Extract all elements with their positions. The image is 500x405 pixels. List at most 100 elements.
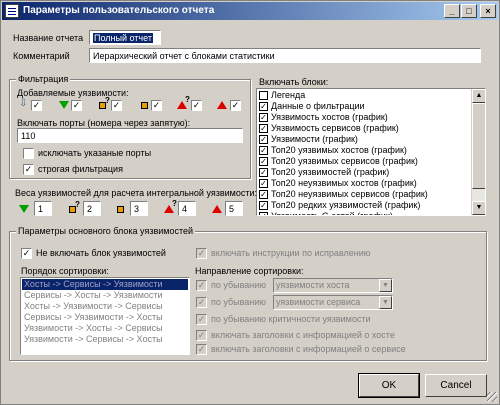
block-item[interactable]: ✓ Топ20 редких уязвимостей (график) xyxy=(257,200,471,211)
desc-service-checkbox[interactable]: ✓ xyxy=(196,297,207,308)
host-headers-label: включать заголовки с информацией о хосте xyxy=(211,330,395,340)
block-item-label: Топ20 неуязвимых сервисов (график) xyxy=(271,189,428,200)
comment-input[interactable]: Иерархический отчет с блоками статистики xyxy=(89,48,481,63)
block-item[interactable]: ✓ Топ20 неуязвимых хостов (график) xyxy=(257,178,471,189)
sort-order-item[interactable]: Сервисы -> Уязвимости -> Хосты xyxy=(22,312,188,323)
block-item-label: Легенда xyxy=(271,90,306,101)
minimize-button[interactable]: _ xyxy=(444,4,460,18)
block-item-checkbox[interactable]: ✓ xyxy=(259,201,268,211)
block-item-checkbox[interactable]: ✓ xyxy=(259,124,268,134)
weight-input-2[interactable]: 2 xyxy=(83,201,101,216)
block-item[interactable]: Легенда xyxy=(257,90,471,101)
block-item[interactable]: ✓ Топ20 уязвимостей (график) xyxy=(257,167,471,178)
exclude-ports-checkbox[interactable] xyxy=(23,148,34,159)
block-item-checkbox[interactable]: ✓ xyxy=(259,179,268,189)
blocks-list[interactable]: Легенда ✓ Данные о фильтрации ✓ Уязвимость х… xyxy=(256,88,486,216)
sort-order-item[interactable]: Уязвимости -> Хосты -> Сервисы xyxy=(22,323,188,334)
host-headers-checkbox[interactable]: ✓ xyxy=(196,330,207,341)
no-vuln-block-checkbox[interactable]: ✓ xyxy=(21,248,32,259)
block-item[interactable]: ✓ Топ20 уязвимых сервисов (график) xyxy=(257,156,471,167)
desc-criticality-checkbox[interactable]: ✓ xyxy=(196,314,207,325)
green-arrow-icon xyxy=(59,101,69,109)
ok-button[interactable]: OK xyxy=(358,373,420,398)
weight-input-4[interactable]: 4 xyxy=(178,201,196,216)
block-item[interactable]: ✓ Уязвимости (график) xyxy=(257,134,471,145)
cancel-button[interactable]: Cancel xyxy=(425,374,487,397)
service-headers-checkbox[interactable]: ✓ xyxy=(196,344,207,355)
block-item-label: Уязвимости (график) xyxy=(271,134,358,145)
vuln-check-6[interactable]: ✓ xyxy=(230,100,241,111)
block-item-checkbox[interactable] xyxy=(259,91,268,101)
vuln-check-5[interactable]: ✓ xyxy=(191,100,202,111)
desc-host-checkbox[interactable]: ✓ xyxy=(196,280,207,291)
sort-order-item[interactable]: Хосты -> Сервисы -> Уязвимости xyxy=(22,279,188,290)
exclude-ports-label: исключать указаные порты xyxy=(38,148,152,158)
vuln-check-4[interactable]: ✓ xyxy=(151,100,162,111)
chevron-down-icon[interactable]: ▼ xyxy=(379,279,392,292)
strict-filter-label: строгая фильтрация xyxy=(38,164,123,174)
sort-order-item[interactable]: Хосты -> Уязвимости -> Сервисы xyxy=(22,301,188,312)
block-item[interactable]: ✓ Топ20 неуязвимых сервисов (график) xyxy=(257,189,471,200)
block-item[interactable]: ✓ Данные о фильтрации xyxy=(257,101,471,112)
weight-input-3[interactable]: 3 xyxy=(130,201,148,216)
title-bar[interactable]: Параметры пользовательского отчета _ □ × xyxy=(2,2,498,20)
question-mark-icon: ? xyxy=(105,96,110,105)
orange-square-icon xyxy=(117,206,124,213)
filter-group-title: Фильтрация xyxy=(16,74,71,84)
host-sort-value: уязвимости хоста xyxy=(276,280,350,290)
red-arrow-icon xyxy=(217,101,227,109)
host-sort-select[interactable]: уязвимости хоста ▼ xyxy=(273,278,393,293)
scroll-up-button[interactable]: ▲ xyxy=(472,89,485,103)
vuln-check-3[interactable]: ✓ xyxy=(111,100,122,111)
chevron-down-icon[interactable]: ▼ xyxy=(379,296,392,309)
sort-order-list[interactable]: Хосты -> Сервисы -> Уязвимости Сервисы ->… xyxy=(20,277,190,355)
include-fix-checkbox[interactable]: ✓ xyxy=(196,248,207,259)
close-button[interactable]: × xyxy=(480,4,496,18)
red-arrow-icon xyxy=(212,205,222,213)
block-item-checkbox[interactable]: ✓ xyxy=(259,146,268,156)
block-item-checkbox[interactable]: ✓ xyxy=(259,135,268,145)
strict-filter-checkbox[interactable]: ✓ xyxy=(23,164,34,175)
report-settings-dialog: Параметры пользовательского отчета _ □ ×… xyxy=(0,0,500,405)
desc-service-label: по убыванию xyxy=(211,297,267,307)
comment-label: Комментарий xyxy=(13,51,70,61)
weight-input-1[interactable]: 1 xyxy=(34,201,52,216)
vuln-check-2[interactable]: ✓ xyxy=(71,100,82,111)
sort-order-item[interactable]: Сервисы -> Хосты -> Уязвимости xyxy=(22,290,188,301)
block-item-label: Топ20 уязвимостей (график) xyxy=(271,167,390,178)
block-item[interactable]: ✓Уязвимость С-сетей (график) xyxy=(257,211,471,215)
scroll-down-button[interactable]: ▼ xyxy=(472,201,485,215)
report-name-value: Полный отчет xyxy=(93,33,153,43)
question-mark-icon: ? xyxy=(172,199,177,208)
block-item[interactable]: ✓ Уязвимость сервисов (график) xyxy=(257,123,471,134)
question-mark-icon: ? xyxy=(185,95,190,104)
include-fix-label: включать инструкции по исправлению xyxy=(211,248,371,258)
resize-grip[interactable] xyxy=(487,392,497,402)
sort-order-label: Порядок сортировки: xyxy=(21,266,109,276)
question-mark-icon: ? xyxy=(75,200,80,209)
maximize-button[interactable]: □ xyxy=(461,4,477,18)
orange-square-icon xyxy=(141,102,148,109)
block-item-checkbox[interactable]: ✓ xyxy=(259,157,268,167)
blocks-scrollbar[interactable]: ▲ ▼ xyxy=(471,89,485,215)
scroll-thumb[interactable] xyxy=(472,103,485,189)
block-item-checkbox[interactable]: ✓ xyxy=(259,102,268,112)
block-item-checkbox[interactable]: ✓ xyxy=(259,212,268,215)
desc-criticality-label: по убыванию критичности уязвимости xyxy=(211,314,371,324)
block-item-checkbox[interactable]: ✓ xyxy=(259,113,268,123)
block-item[interactable]: ✓ Топ20 уязвимых хостов (график) xyxy=(257,145,471,156)
block-item-label: Уязвимость хостов (график) xyxy=(271,112,388,123)
block-item-checkbox[interactable]: ✓ xyxy=(259,190,268,200)
block-item[interactable]: ✓ Уязвимость хостов (график) xyxy=(257,112,471,123)
sort-dir-label: Направление сортировки: xyxy=(195,266,304,276)
sort-order-item[interactable]: Уязвимости -> Сервисы -> Хосты xyxy=(22,334,188,345)
ports-input[interactable]: 110 xyxy=(17,128,243,143)
block-item-label: Топ20 редких уязвимостей (график) xyxy=(271,200,421,211)
report-name-input[interactable]: Полный отчет xyxy=(89,30,161,45)
vuln-check-1[interactable]: ✓ xyxy=(31,100,42,111)
app-icon xyxy=(5,4,19,18)
weights-label: Веса уязвимостей для расчета интегрально… xyxy=(15,188,257,198)
weight-input-5[interactable]: 5 xyxy=(225,201,243,216)
service-sort-select[interactable]: уязвимости сервиса ▼ xyxy=(273,295,393,310)
block-item-checkbox[interactable]: ✓ xyxy=(259,168,268,178)
